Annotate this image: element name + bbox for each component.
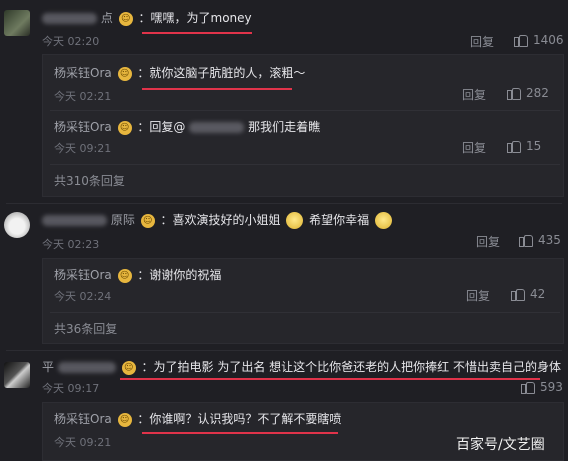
blurred-username <box>42 13 97 24</box>
like-button[interactable]: 15 <box>507 139 541 153</box>
reply-button[interactable]: 回复 <box>462 86 486 103</box>
vip-badge-icon: ☺ <box>117 120 132 135</box>
divider <box>50 110 560 111</box>
blurred-username <box>42 215 107 226</box>
reply-1-header: 杨采钰Ora ☺ ：就你这脑子肮脏的人，滚粗～ <box>54 64 305 81</box>
username[interactable]: 杨采钰Ora <box>54 268 112 282</box>
divider <box>6 203 562 204</box>
like-button[interactable]: 282 <box>507 86 549 100</box>
like-button[interactable]: 1406 <box>514 33 564 47</box>
reply-2-header: 杨采钰Ora ☺ ：回复@ 那我们走着瞧 <box>54 118 320 135</box>
vip-badge-icon: ☺ <box>117 268 132 283</box>
username[interactable]: 点 <box>101 11 113 25</box>
timestamp: 今天 09:21 <box>54 436 112 449</box>
reply-button[interactable]: 回复 <box>476 233 500 250</box>
comment-2-header: 原际 ☺ ：喜欢演技好的小姐姐 希望你幸福 <box>42 211 394 229</box>
username[interactable]: 杨采钰Ora <box>54 120 112 134</box>
thumbs-up-icon <box>519 233 533 247</box>
reply-text-prefix: ：回复@ <box>137 120 186 134</box>
thumbs-up-icon <box>511 287 525 301</box>
like-button[interactable]: 435 <box>519 233 561 247</box>
like-count: 1406 <box>533 33 564 47</box>
reply-button[interactable]: 回复 <box>462 139 486 156</box>
avatar[interactable] <box>4 362 30 388</box>
avatar[interactable] <box>4 10 30 36</box>
comment-text: ：为了拍电影 为了出名 想让这个比你爸还老的人把你捧红 不惜出卖自己的身体 <box>141 360 561 374</box>
reply-header: 杨采钰Ora ☺ ：谢谢你的祝福 <box>54 266 221 283</box>
reply-text: ：你谁啊？认识我吗？不了解不要瞎喷 <box>137 412 342 426</box>
username[interactable]: 杨采钰Ora <box>54 412 112 426</box>
timestamp: 今天 02:20 <box>42 35 100 48</box>
thumbs-up-icon <box>521 380 535 394</box>
timestamp: 今天 09:21 <box>54 142 112 155</box>
username[interactable]: 杨采钰Ora <box>54 66 112 80</box>
grin-emoji-icon <box>286 212 304 229</box>
like-count: 435 <box>538 233 561 247</box>
username[interactable]: 平 <box>42 360 54 374</box>
divider <box>50 312 560 313</box>
vip-badge-icon: ☺ <box>121 360 136 375</box>
highlight-underline <box>142 32 252 34</box>
comment-3-header: 平 ☺ ：为了拍电影 为了出名 想让这个比你爸还老的人把你捧红 不惜出卖自己的身… <box>42 358 561 375</box>
reply-text-suffix: 那我们走着瞧 <box>248 120 321 134</box>
smile-emoji-icon <box>375 212 393 229</box>
highlight-underline <box>142 88 292 90</box>
divider <box>50 164 560 165</box>
reply-text: ：就你这脑子肮脏的人，滚粗～ <box>137 66 306 80</box>
like-count: 15 <box>526 139 542 153</box>
reply-header: 杨采钰Ora ☺ ：你谁啊？认识我吗？不了解不要瞎喷 <box>54 410 341 427</box>
timestamp: 今天 02:21 <box>54 90 112 103</box>
timestamp: 今天 09:17 <box>42 382 100 395</box>
vip-badge-icon: ☺ <box>118 11 133 26</box>
blurred-mention <box>189 122 245 133</box>
timestamp: 今天 02:23 <box>42 238 100 251</box>
like-count: 42 <box>530 287 546 301</box>
thumbs-up-icon <box>507 86 521 100</box>
reply-button[interactable]: 回复 <box>466 287 490 304</box>
more-replies-link[interactable]: 共310条回复 <box>54 172 125 189</box>
reply-text: ：谢谢你的祝福 <box>137 268 222 282</box>
like-count: 593 <box>540 380 563 394</box>
comment-text: ：嘿嘿，为了money <box>138 11 252 25</box>
comment-text-b: 希望你幸福 <box>309 213 370 227</box>
timestamp: 今天 02:24 <box>54 290 112 303</box>
like-button[interactable]: 593 <box>521 380 563 394</box>
reply-button[interactable]: 回复 <box>470 33 494 50</box>
divider <box>6 350 562 351</box>
vip-badge-icon: ☺ <box>117 412 132 427</box>
vip-badge-icon: ☺ <box>140 213 155 228</box>
more-replies-link[interactable]: 共36条回复 <box>54 320 117 337</box>
like-count: 282 <box>526 86 549 100</box>
highlight-underline <box>120 378 540 380</box>
comment-text-a: ：喜欢演技好的小姐姐 <box>160 213 281 227</box>
thumbs-up-icon <box>507 139 521 153</box>
like-button[interactable]: 42 <box>511 287 545 301</box>
blurred-username <box>57 362 116 373</box>
highlight-underline <box>142 432 338 434</box>
vip-badge-icon: ☺ <box>117 66 132 81</box>
thumbs-up-icon <box>514 33 528 47</box>
comment-1-header: 点 ☺ ：嘿嘿，为了money <box>42 9 252 26</box>
watermark: 百家号/文艺圈 <box>456 437 545 453</box>
avatar[interactable] <box>4 212 30 238</box>
username[interactable]: 原际 <box>111 213 135 227</box>
